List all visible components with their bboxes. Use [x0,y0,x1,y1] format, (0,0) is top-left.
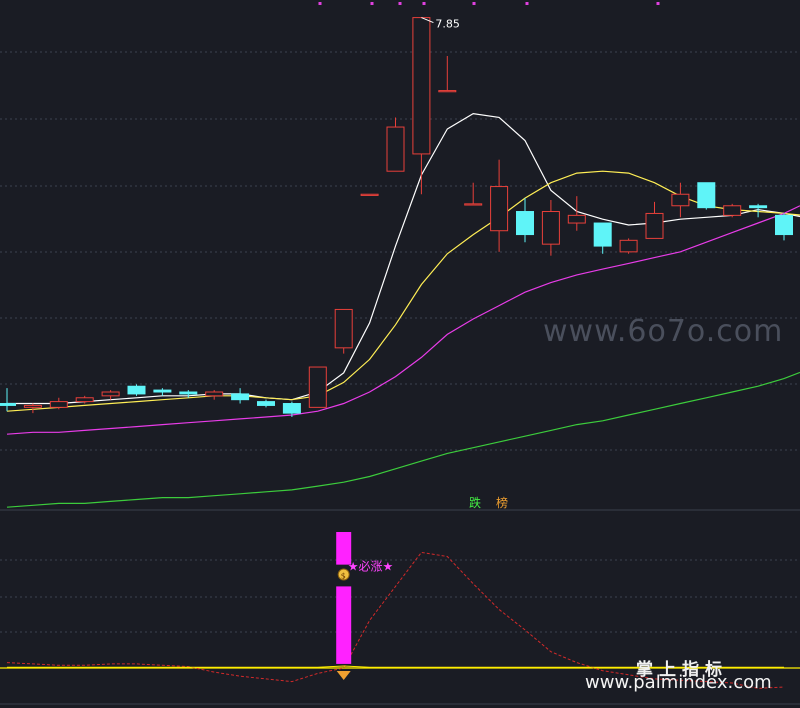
candle-body-up [723,205,742,216]
money-bag-icon-glyph: $ [341,572,346,581]
oscillator-header-label: 跌 [469,495,481,510]
candle-body-up [308,366,327,408]
top-edge-mark [398,2,402,5]
candle-body-up [49,401,68,408]
top-edge-mark [318,2,322,5]
oscillator-header-label: 榜 [496,495,508,510]
candle-body-up [645,212,664,239]
watermark-center: www.6o7o.com [543,314,784,349]
candle-body-down [127,385,146,395]
candle-body-up [619,239,638,253]
candle-body-down [593,222,612,247]
ma_long-line [6,378,785,508]
candle-body-up [23,404,42,408]
candle-body-down [153,389,172,393]
stock-chart: 7.85 跌 榜 $★必涨★ [0,2,800,705]
candle-body-down [697,182,716,209]
candle-body-up [412,17,431,155]
candle-body-down [775,214,793,236]
ma_long-line-tail [783,371,800,380]
top-edge-mark [422,2,426,5]
candle-body-down [749,205,768,209]
top-edge-mark [525,2,529,5]
ma_mid-line-tail [783,212,800,216]
signal-bar-lower [336,586,352,664]
candle-body-up [438,90,457,93]
signal-label: ★必涨★ [348,559,394,574]
candle-body-up [101,391,120,397]
high-price-label: 7.85 [435,18,460,31]
top-edge-mark [370,2,374,5]
candle-body-up [205,391,224,397]
candle-body-up [671,193,690,207]
candle-body-down [231,393,250,401]
top-edge-mark [472,2,476,5]
candle-body-down [0,403,16,406]
candle-body-up [567,214,586,224]
watermark-brand-url: www.palmindex.com [585,672,772,693]
candle-body-up [360,193,379,196]
candle-body-up [464,203,483,206]
candle-body-down [257,401,275,406]
candle-body-down [179,391,198,395]
top-edge-mark [656,2,660,5]
buy-marker-triangle [336,671,351,680]
candle-body-up [75,397,94,403]
candle-body-down [282,403,301,414]
ma_slow-line-tail [783,205,800,214]
candle-body-up [386,126,405,172]
candle-body-up [541,211,560,245]
ma_mid-line [6,170,785,412]
candle-body-up [334,308,353,349]
candle-body-down [516,211,534,236]
candle-body-up [490,186,509,232]
